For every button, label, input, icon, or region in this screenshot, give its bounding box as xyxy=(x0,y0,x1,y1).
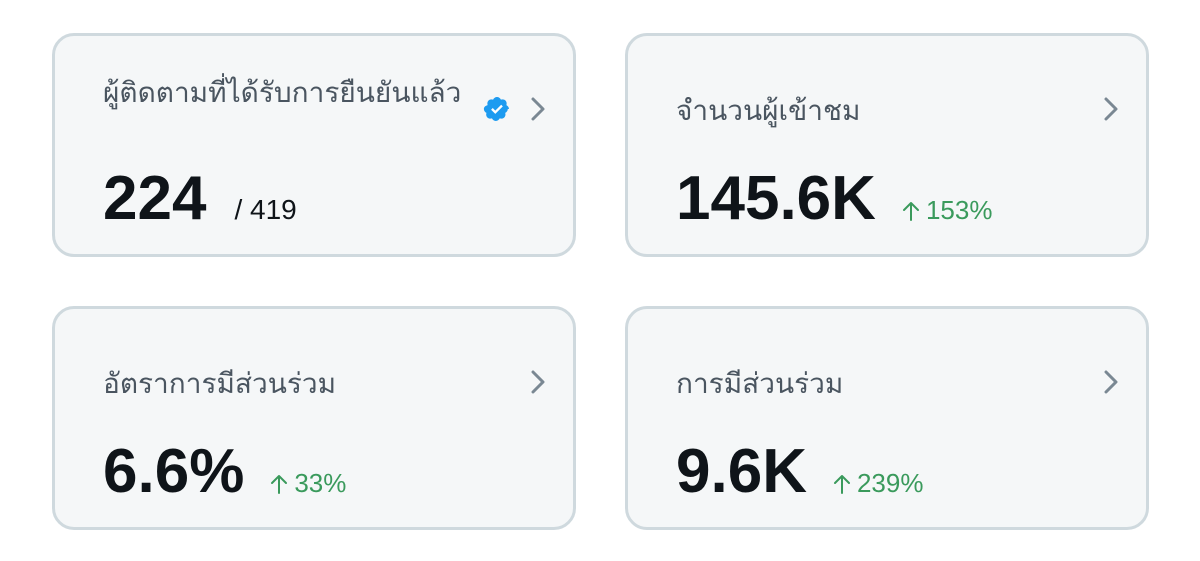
verified-badge-icon xyxy=(483,97,509,121)
engagements-card[interactable]: การมีส่วนร่วม 9.6K 239% xyxy=(625,306,1149,530)
card-title: การมีส่วนร่วม xyxy=(676,367,844,400)
metric-value: 9.6K xyxy=(676,437,807,506)
verified-followers-card[interactable]: ผู้ติดตามที่ได้รับการยืนยันแล้ว 224 / 41… xyxy=(52,33,576,257)
change-value: 239% xyxy=(856,468,924,498)
metric-row: 145.6K 153% xyxy=(676,164,992,234)
arrow-up-icon xyxy=(271,475,288,494)
chevron-right-icon[interactable] xyxy=(1098,367,1124,397)
metric-value: 224 xyxy=(103,164,207,233)
engagement-rate-card[interactable]: อัตราการมีส่วนร่วม 6.6% 33% xyxy=(52,306,576,530)
metric-total: / 419 xyxy=(234,194,297,225)
metric-row: 6.6% 33% xyxy=(103,437,346,507)
card-title: จำนวนผู้เข้าชม xyxy=(676,94,861,127)
metric-row: 9.6K 239% xyxy=(676,437,923,507)
metric-change: 239% xyxy=(833,468,924,499)
metric-value: 145.6K xyxy=(676,164,876,233)
metric-change: 33% xyxy=(270,468,346,499)
chevron-right-icon[interactable] xyxy=(525,367,551,397)
chevron-right-icon[interactable] xyxy=(525,94,551,124)
arrow-up-icon xyxy=(833,475,850,494)
card-title: อัตราการมีส่วนร่วม xyxy=(103,367,337,400)
metric-row: 224 / 419 xyxy=(103,164,297,234)
change-value: 33% xyxy=(294,468,347,498)
metric-value: 6.6% xyxy=(103,437,245,506)
change-value: 153% xyxy=(925,195,993,225)
chevron-right-icon[interactable] xyxy=(1098,94,1124,124)
card-title: ผู้ติดตามที่ได้รับการยืนยันแล้ว xyxy=(103,76,462,109)
impressions-card[interactable]: จำนวนผู้เข้าชม 145.6K 153% xyxy=(625,33,1149,257)
arrow-up-icon xyxy=(902,202,919,221)
metric-change: 153% xyxy=(902,195,993,226)
